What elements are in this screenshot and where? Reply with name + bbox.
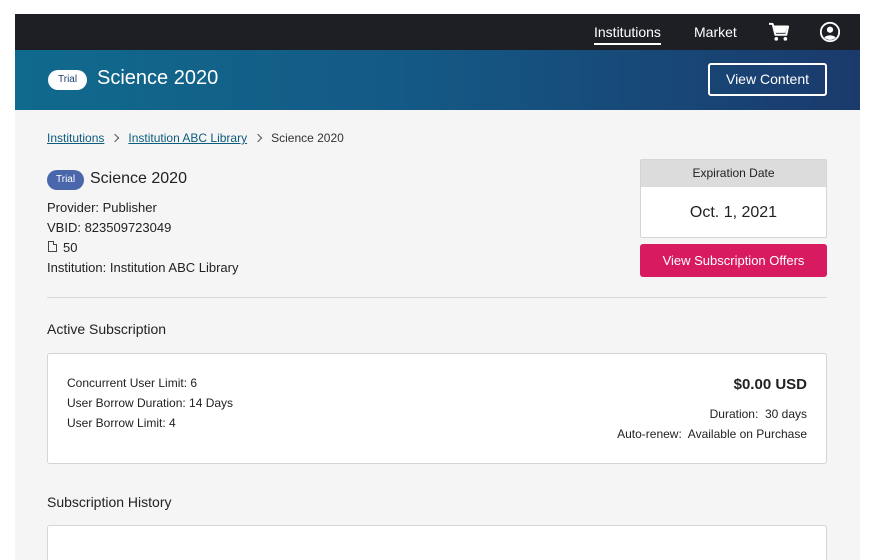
subscription-price: $0.00 USD xyxy=(733,376,807,393)
view-subscription-offers-button[interactable]: View Subscription Offers xyxy=(640,244,827,277)
institution-text: Institution: Institution ABC Library xyxy=(47,260,239,275)
subscription-duration: Duration: 30 days xyxy=(709,407,807,421)
breadcrumb-institution-abc-library[interactable]: Institution ABC Library xyxy=(128,131,247,145)
account-icon[interactable] xyxy=(819,21,841,43)
divider xyxy=(47,297,827,298)
expiration-card: Expiration Date Oct. 1, 2021 xyxy=(640,159,827,238)
concurrent-user-limit: Concurrent User Limit: 6 xyxy=(67,376,198,390)
auto-renew-status: Auto-renew: Available on Purchase xyxy=(617,427,807,441)
page-icon xyxy=(48,241,57,252)
cart-icon[interactable] xyxy=(768,22,790,42)
view-content-button[interactable]: View Content xyxy=(708,63,827,96)
page-count: 50 xyxy=(63,240,78,255)
top-nav: Institutions Market xyxy=(15,14,860,50)
active-subscription-heading: Active Subscription xyxy=(47,321,167,337)
chevron-right-icon xyxy=(111,133,120,143)
app-frame: Institutions Market Trial Science 2020 V… xyxy=(15,14,860,560)
subscription-history-card xyxy=(47,525,827,560)
banner-title: Science 2020 xyxy=(97,67,219,89)
expiration-value: Oct. 1, 2021 xyxy=(689,204,778,221)
trial-badge: Trial xyxy=(47,170,85,190)
book-title: Science 2020 xyxy=(90,170,187,187)
chevron-right-icon xyxy=(253,133,263,143)
expiration-label: Expiration Date xyxy=(641,160,826,187)
title-banner: Trial Science 2020 View Content xyxy=(15,50,860,110)
nav-institutions[interactable]: Institutions xyxy=(594,24,661,45)
subscription-history-heading: Subscription History xyxy=(47,494,172,510)
nav-market[interactable]: Market xyxy=(694,24,737,40)
user-borrow-duration: User Borrow Duration: 14 Days xyxy=(67,396,234,410)
breadcrumb-current: Science 2020 xyxy=(271,131,344,145)
active-subscription-card: Concurrent User Limit: 6 User Borrow Dur… xyxy=(47,353,827,464)
breadcrumb-institutions[interactable]: Institutions xyxy=(47,131,104,145)
breadcrumb: Institutions Institution ABC Library Sci… xyxy=(47,131,344,145)
provider-text: Provider: Publisher xyxy=(47,200,157,215)
user-borrow-limit: User Borrow Limit: 4 xyxy=(67,416,176,430)
trial-badge: Trial xyxy=(48,70,88,90)
vbid-text: VBID: 823509723049 xyxy=(47,220,172,235)
